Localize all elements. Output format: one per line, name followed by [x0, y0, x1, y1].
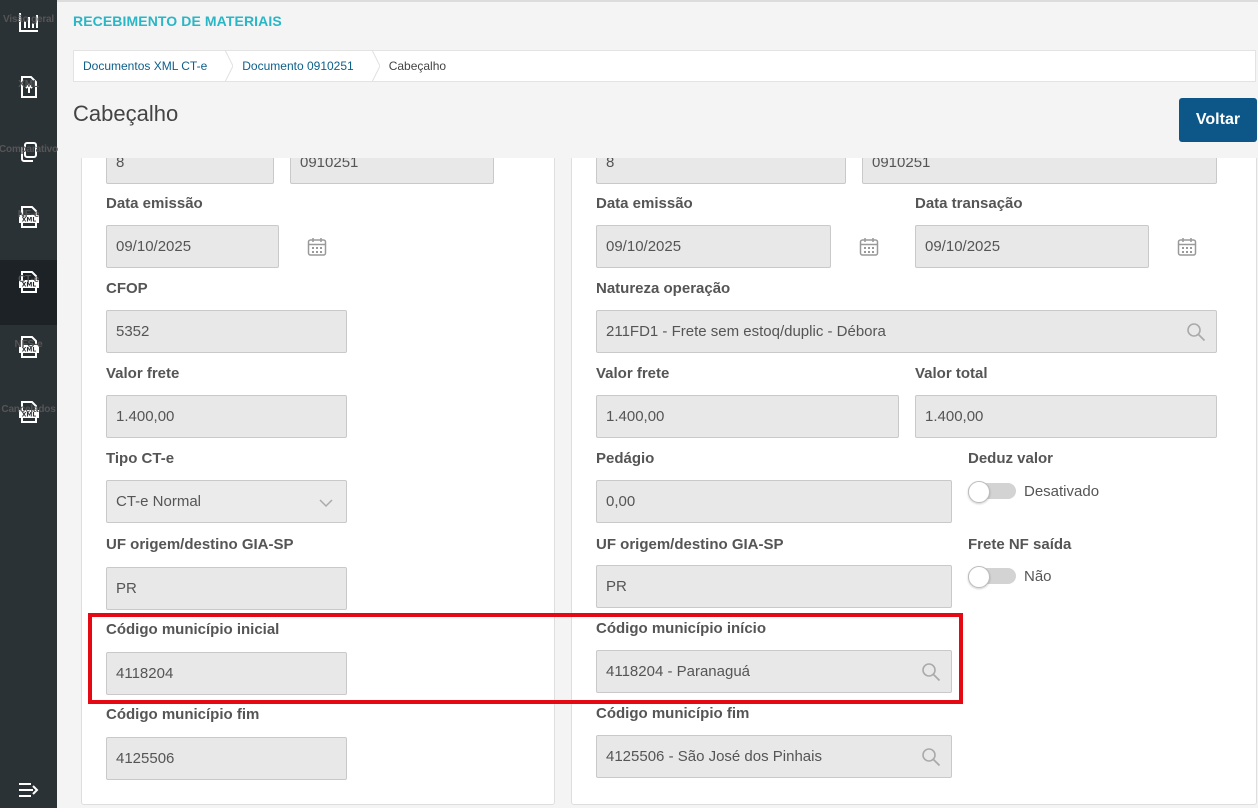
- pedagio-value: 0,00: [606, 493, 636, 510]
- mun-fim-field[interactable]: 4125506 - São José dos Pinhais: [596, 735, 952, 778]
- data-emissao-label: Data emissão: [106, 195, 203, 212]
- natureza-operacao-value: 211FD1 - Frete sem estoq/duplic - Débora: [606, 323, 886, 340]
- sidebar-item-label: NFS-e: [14, 339, 43, 350]
- uf-field[interactable]: PR: [106, 567, 347, 610]
- cfop-field[interactable]: 5352: [106, 310, 347, 353]
- sidebar-item-nfe[interactable]: XML NF-e: [0, 195, 57, 260]
- sidebar-item-label: CT-e: [18, 274, 39, 285]
- sidebar-item-cancelados[interactable]: XML Cancelados: [0, 390, 57, 455]
- serie-search-field[interactable]: 8: [596, 158, 846, 184]
- sidebar-item-xml[interactable]: XML: [0, 65, 57, 130]
- mun-fim-label: Código município fim: [596, 705, 750, 722]
- valor-total-label: Valor total: [915, 365, 988, 382]
- pedagio-field[interactable]: 0,00: [596, 480, 952, 523]
- frete-nf-saida-label: Frete NF saída: [968, 536, 1072, 553]
- calendar-icon[interactable]: [1177, 237, 1197, 257]
- mun-fim-field[interactable]: 4125506: [106, 737, 347, 780]
- uf-label: UF origem/destino GIA-SP: [596, 536, 784, 553]
- frete-nf-saida-state: Não: [1024, 568, 1052, 585]
- tipo-cte-select[interactable]: CT-e Normal: [106, 480, 347, 523]
- sidebar-item-label: Visão geral: [3, 14, 54, 25]
- cfop-label: CFOP: [106, 280, 148, 297]
- deduz-valor-state: Desativado: [1024, 483, 1100, 500]
- sidebar-item-label: XML: [18, 79, 39, 90]
- sidebar-item-nfse[interactable]: XML NFS-e: [0, 325, 57, 390]
- data-transacao-field[interactable]: 09/10/2025: [915, 225, 1149, 268]
- uf-label: UF origem/destino GIA-SP: [106, 536, 294, 553]
- breadcrumb-item-documentos[interactable]: Documentos XML CT-e: [74, 51, 225, 81]
- numero-value: 0910251: [872, 158, 931, 171]
- search-icon[interactable]: [921, 662, 941, 682]
- mun-fim-value: 4125506: [116, 750, 175, 767]
- mun-inicio-label: Código município início: [596, 620, 766, 637]
- valor-frete-label: Valor frete: [106, 365, 180, 382]
- sidebar-item-label: NF-e: [17, 209, 40, 220]
- mun-fim-value: 4125506 - São José dos Pinhais: [606, 748, 822, 765]
- valor-frete-field[interactable]: 1.400,00: [596, 395, 899, 438]
- data-transacao-value: 09/10/2025: [925, 238, 1001, 255]
- breadcrumb: Documentos XML CT-e Documento 0910251 Ca…: [73, 50, 1256, 82]
- serie-field[interactable]: 8: [106, 158, 274, 184]
- data-emissao-value: 09/10/2025: [116, 238, 192, 255]
- chevron-right-icon: [371, 50, 380, 82]
- serie-value: 8: [116, 158, 125, 171]
- tipo-cte-label: Tipo CT-e: [106, 450, 175, 467]
- deduz-valor-toggle[interactable]: [968, 481, 1016, 503]
- breadcrumb-item-documento[interactable]: Documento 0910251: [233, 51, 371, 81]
- top-divider: [57, 0, 1258, 2]
- numero-field[interactable]: 0910251: [290, 158, 494, 184]
- mun-inicio-field[interactable]: 4118204 - Paranaguá: [596, 650, 952, 693]
- chevron-right-icon: [225, 50, 234, 82]
- sidebar-item-comparativo[interactable]: Comparativo: [0, 130, 58, 195]
- data-emissao-field[interactable]: 09/10/2025: [106, 225, 279, 268]
- deduz-valor-label: Deduz valor: [968, 450, 1054, 467]
- uf-field[interactable]: PR: [596, 565, 952, 608]
- calendar-icon[interactable]: [859, 237, 879, 257]
- sidebar-item-label: Comparativo: [0, 144, 58, 155]
- mun-inicio-value: 4118204 - Paranaguá: [606, 663, 751, 680]
- pedagio-label: Pedágio: [596, 450, 655, 467]
- tipo-cte-value: CT-e Normal: [116, 493, 202, 510]
- valor-total-field[interactable]: 1.400,00: [915, 395, 1217, 438]
- back-button[interactable]: Voltar: [1179, 98, 1257, 142]
- uf-value: PR: [116, 580, 137, 597]
- sidebar: Visão geral XML Comparativo XML NF-e XML…: [0, 0, 58, 808]
- search-icon[interactable]: [1186, 322, 1206, 342]
- mun-inicial-label: Código município inicial: [106, 621, 280, 638]
- valor-frete-value: 1.400,00: [116, 408, 175, 425]
- frete-nf-saida-toggle[interactable]: [968, 566, 1016, 588]
- natureza-operacao-label: Natureza operação: [596, 280, 731, 297]
- data-emissao-value: 09/10/2025: [606, 238, 682, 255]
- data-emissao-field[interactable]: 09/10/2025: [596, 225, 831, 268]
- app-title: RECEBIMENTO DE MATERIAIS: [73, 13, 282, 29]
- search-icon[interactable]: [921, 747, 941, 767]
- mun-fim-label: Código município fim: [106, 706, 260, 723]
- toggle-knob: [968, 566, 990, 588]
- sidebar-item-label: Cancelados: [1, 404, 56, 415]
- valor-frete-field[interactable]: 1.400,00: [106, 395, 347, 438]
- natureza-operacao-field[interactable]: 211FD1 - Frete sem estoq/duplic - Débora: [596, 310, 1217, 353]
- sidebar-item-visao-geral[interactable]: Visão geral: [0, 0, 57, 65]
- calendar-icon[interactable]: [307, 237, 327, 257]
- uf-value: PR: [606, 578, 627, 595]
- valor-total-value: 1.400,00: [925, 408, 984, 425]
- sidebar-item-cte[interactable]: XML CT-e: [0, 260, 57, 325]
- mun-inicial-value: 4118204: [116, 665, 174, 682]
- page-title: Cabeçalho: [73, 101, 179, 126]
- mun-inicial-field[interactable]: 4118204: [106, 652, 347, 695]
- numero-field[interactable]: 0910251: [862, 158, 1217, 184]
- chevron-down-icon: [319, 499, 333, 508]
- numero-value: 0910251: [300, 158, 359, 171]
- valor-frete-value: 1.400,00: [606, 408, 665, 425]
- form-content: 8 0910251 Data emissão 09/10/2025 CFOP 5…: [57, 158, 1258, 808]
- breadcrumb-item-cabecalho: Cabeçalho: [388, 59, 447, 73]
- data-transacao-label: Data transação: [915, 195, 1023, 212]
- toggle-knob: [968, 481, 990, 503]
- cfop-value: 5352: [116, 323, 150, 340]
- serie-value: 8: [606, 158, 615, 171]
- collapse-menu-icon[interactable]: [17, 780, 39, 800]
- valor-frete-label: Valor frete: [596, 365, 670, 382]
- data-emissao-label: Data emissão: [596, 195, 693, 212]
